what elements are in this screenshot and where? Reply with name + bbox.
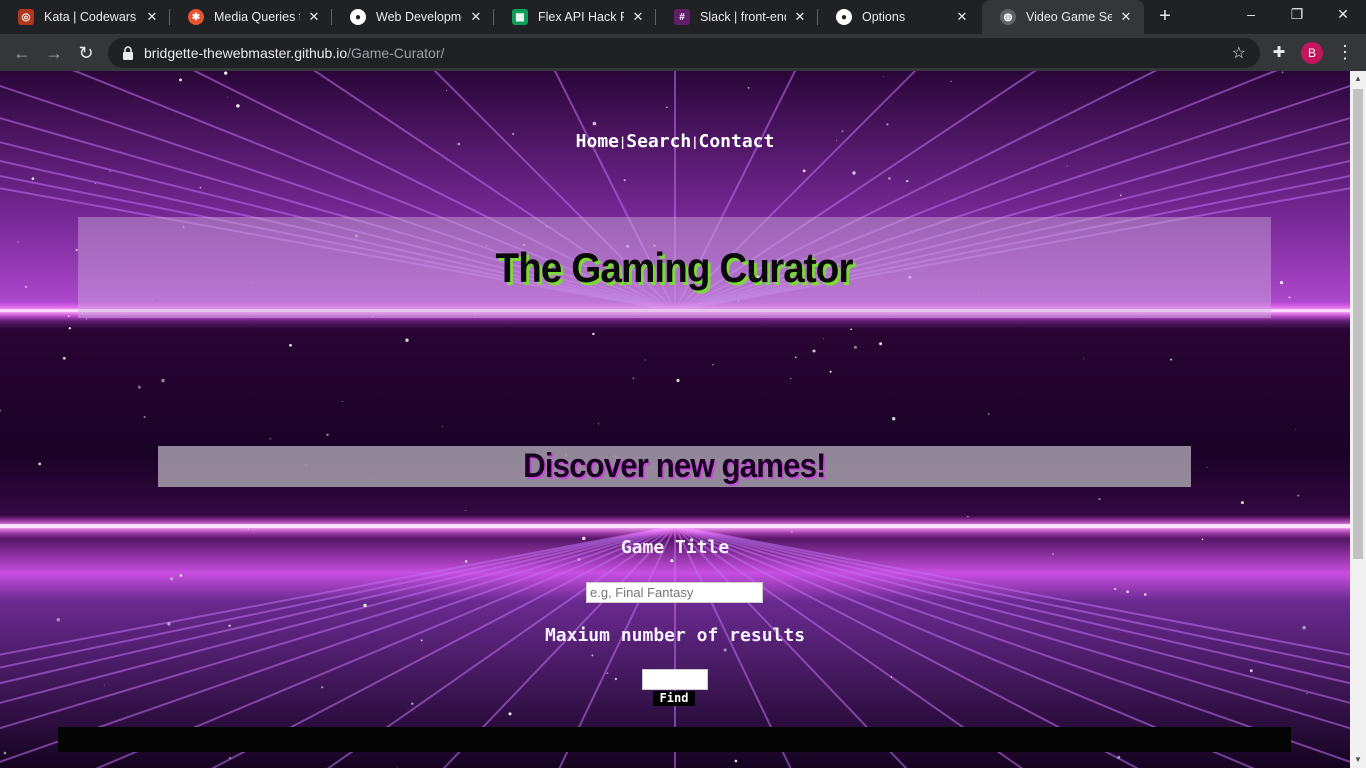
nav-search-link[interactable]: Search <box>626 131 691 152</box>
tab-title: Web Development <box>376 10 462 24</box>
tab-codewars[interactable]: ◎ Kata | Codewars ✕ <box>0 0 170 34</box>
tab-title: Options <box>862 10 906 24</box>
find-button[interactable]: Find <box>653 691 695 706</box>
close-icon[interactable]: ✕ <box>954 9 970 25</box>
game-title-input[interactable] <box>586 582 763 603</box>
tab-slack[interactable]: # Slack | front-end-w ✕ <box>656 0 818 34</box>
forward-arrow-icon[interactable]: → <box>40 39 68 67</box>
discover-heading: Discover new games! <box>523 447 826 485</box>
tab-web-development[interactable]: ● Web Development ✕ <box>332 0 494 34</box>
url-path: /Game-Curator/ <box>347 45 445 61</box>
max-results-label: Maxium number of results <box>544 625 806 646</box>
restore-button[interactable]: ❐ <box>1274 0 1320 30</box>
nav-contact-link[interactable]: Contact <box>699 131 775 152</box>
new-tab-button[interactable]: + <box>1152 4 1178 30</box>
minimize-button[interactable]: – <box>1228 0 1274 30</box>
close-icon[interactable]: ✕ <box>630 9 646 25</box>
close-icon[interactable]: ✕ <box>306 9 322 25</box>
github-icon: ● <box>350 9 366 25</box>
game-title-label: Game Title <box>620 537 730 558</box>
window-close-button[interactable]: ✕ <box>1320 0 1366 30</box>
tab-flex-api[interactable]: ▦ Flex API Hack Rub ✕ <box>494 0 656 34</box>
codewars-icon: ◎ <box>18 9 34 25</box>
bookmark-star-icon[interactable]: ☆ <box>1232 43 1246 63</box>
tab-media-queries[interactable]: ✱ Media Queries for ✕ <box>170 0 332 34</box>
page-viewport: Home|Search|Contact The Gaming Curator D… <box>0 71 1350 768</box>
discover-banner: Discover new games! <box>158 446 1191 487</box>
more-menu-icon[interactable]: ⋮ <box>1336 41 1354 63</box>
page-scrollbar[interactable]: ▲ ▼ <box>1350 71 1366 768</box>
max-results-input[interactable] <box>642 669 708 690</box>
main-nav: Home|Search|Contact <box>0 131 1350 152</box>
tab-title: Flex API Hack Rub <box>538 10 624 24</box>
synthwave-background <box>0 71 1350 768</box>
slack-icon: # <box>674 9 690 25</box>
scroll-up-arrow-icon[interactable]: ▲ <box>1350 71 1366 87</box>
scrollbar-thumb[interactable] <box>1353 89 1363 559</box>
browser-toolbar: ← → ↻ bridgette-thewebmaster.github.io/G… <box>0 34 1366 71</box>
profile-avatar[interactable]: B <box>1301 42 1323 64</box>
close-icon[interactable]: ✕ <box>792 9 808 25</box>
sheets-icon: ▦ <box>512 9 528 25</box>
url-host: bridgette-thewebmaster.github.io <box>144 45 348 61</box>
nav-home-link[interactable]: Home <box>576 131 619 152</box>
address-bar[interactable]: bridgette-thewebmaster.github.io/Game-Cu… <box>108 38 1260 68</box>
close-icon[interactable]: ✕ <box>468 9 484 25</box>
reload-icon[interactable]: ↻ <box>72 39 100 67</box>
tab-video-game-seeker[interactable]: ◍ Video Game Seeke ✕ <box>982 0 1144 34</box>
css-tricks-icon: ✱ <box>188 9 204 25</box>
lock-icon <box>122 46 134 60</box>
page-title: The Gaming Curator <box>495 243 854 291</box>
scroll-down-arrow-icon[interactable]: ▼ <box>1350 752 1366 768</box>
tab-title: Media Queries for <box>214 10 300 24</box>
back-arrow-icon[interactable]: ← <box>8 39 36 67</box>
tab-title: Slack | front-end-w <box>700 10 786 24</box>
close-icon[interactable]: ✕ <box>144 9 160 25</box>
github-icon: ● <box>836 9 852 25</box>
extensions-puzzle-icon[interactable]: ✚ <box>1270 43 1288 61</box>
title-banner: The Gaming Curator <box>78 217 1271 318</box>
tab-strip: ◎ Kata | Codewars ✕ ✱ Media Queries for … <box>0 0 1366 34</box>
tab-title: Kata | Codewars <box>44 10 137 24</box>
close-icon[interactable]: ✕ <box>1118 9 1134 25</box>
nav-separator: | <box>691 135 699 149</box>
tab-options[interactable]: ● Options ✕ <box>818 0 980 34</box>
tab-title: Video Game Seeke <box>1026 10 1112 24</box>
results-container <box>58 727 1291 752</box>
globe-icon: ◍ <box>1000 9 1016 25</box>
